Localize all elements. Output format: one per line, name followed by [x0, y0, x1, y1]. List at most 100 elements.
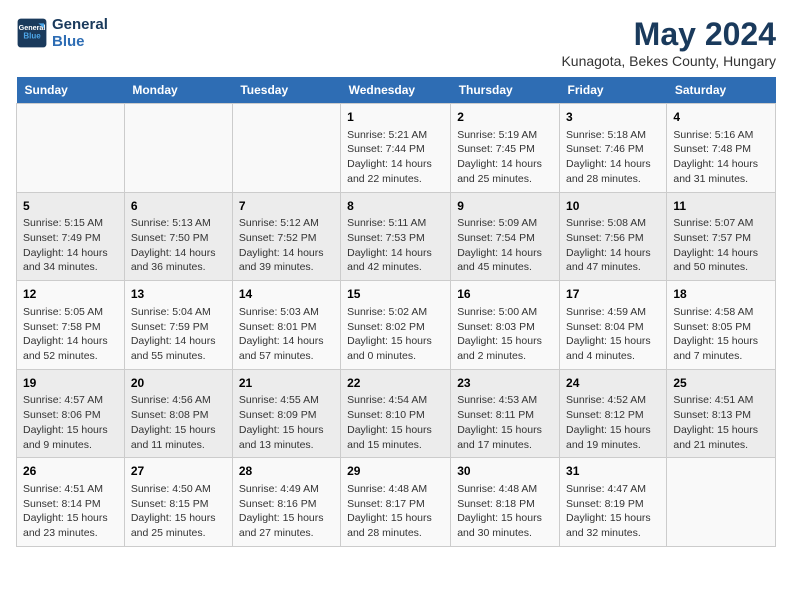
calendar-cell: 6Sunrise: 5:13 AM Sunset: 7:50 PM Daylig…: [124, 192, 232, 281]
day-info: Sunrise: 5:11 AM Sunset: 7:53 PM Dayligh…: [347, 216, 444, 275]
logo: General Blue General Blue: [16, 16, 108, 50]
calendar-cell: 11Sunrise: 5:07 AM Sunset: 7:57 PM Dayli…: [667, 192, 776, 281]
day-info: Sunrise: 4:54 AM Sunset: 8:10 PM Dayligh…: [347, 393, 444, 452]
day-number: 22: [347, 375, 444, 392]
calendar-cell: [667, 458, 776, 547]
calendar-cell: 9Sunrise: 5:09 AM Sunset: 7:54 PM Daylig…: [451, 192, 560, 281]
calendar-week-1: 1 Sunrise: 5:21 AM Sunset: 7:44 PM Daylig…: [17, 104, 776, 193]
calendar-cell: 28Sunrise: 4:49 AM Sunset: 8:16 PM Dayli…: [232, 458, 340, 547]
calendar-cell: 17 Sunrise: 4:59 AM Sunset: 8:04 PM Dayli…: [560, 281, 667, 370]
day-number: 14: [239, 286, 334, 303]
day-number: 2: [457, 109, 553, 126]
day-number: 7: [239, 198, 334, 215]
calendar-cell: 8Sunrise: 5:11 AM Sunset: 7:53 PM Daylig…: [341, 192, 451, 281]
day-info: Sunrise: 5:04 AM Sunset: 7:59 PM Dayligh…: [131, 305, 226, 364]
calendar-cell: 27 Sunrise: 4:50 AM Sunset: 8:15 PM Dayli…: [124, 458, 232, 547]
calendar-cell: 10Sunrise: 5:08 AM Sunset: 7:56 PM Dayli…: [560, 192, 667, 281]
col-header-tuesday: Tuesday: [232, 77, 340, 104]
day-number: 19: [23, 375, 118, 392]
calendar-cell: 25Sunrise: 4:51 AM Sunset: 8:13 PM Dayli…: [667, 369, 776, 458]
day-number: 12: [23, 286, 118, 303]
title-area: May 2024 Kunagota, Bekes County, Hungary: [561, 16, 776, 69]
day-number: 17: [566, 286, 660, 303]
day-info: Sunrise: 4:48 AM Sunset: 8:18 PM Dayligh…: [457, 482, 553, 541]
day-info: Sunrise: 4:56 AM Sunset: 8:08 PM Dayligh…: [131, 393, 226, 452]
day-number: 16: [457, 286, 553, 303]
day-info: Sunrise: 5:16 AM Sunset: 7:48 PM Dayligh…: [673, 128, 769, 187]
day-info: Sunrise: 4:53 AM Sunset: 8:11 PM Dayligh…: [457, 393, 553, 452]
day-info: Sunrise: 4:57 AM Sunset: 8:06 PM Dayligh…: [23, 393, 118, 452]
day-number: 1: [347, 109, 444, 126]
logo-line1: General: [52, 16, 108, 33]
location-subtitle: Kunagota, Bekes County, Hungary: [561, 53, 776, 69]
day-info: Sunrise: 4:52 AM Sunset: 8:12 PM Dayligh…: [566, 393, 660, 452]
day-number: 26: [23, 463, 118, 480]
calendar-cell: [17, 104, 125, 193]
month-year-title: May 2024: [561, 16, 776, 53]
calendar-week-5: 26 Sunrise: 4:51 AM Sunset: 8:14 PM Dayli…: [17, 458, 776, 547]
day-info: Sunrise: 5:12 AM Sunset: 7:52 PM Dayligh…: [239, 216, 334, 275]
day-info: Sunrise: 5:05 AM Sunset: 7:58 PM Dayligh…: [23, 305, 118, 364]
day-info: Sunrise: 5:02 AM Sunset: 8:02 PM Dayligh…: [347, 305, 444, 364]
day-number: 23: [457, 375, 553, 392]
day-number: 8: [347, 198, 444, 215]
calendar-cell: 1 Sunrise: 5:21 AM Sunset: 7:44 PM Daylig…: [341, 104, 451, 193]
day-number: 9: [457, 198, 553, 215]
calendar-cell: 18Sunrise: 4:58 AM Sunset: 8:05 PM Dayli…: [667, 281, 776, 370]
day-info: Sunrise: 5:03 AM Sunset: 8:01 PM Dayligh…: [239, 305, 334, 364]
day-info: Sunrise: 4:49 AM Sunset: 8:16 PM Dayligh…: [239, 482, 334, 541]
day-info: Sunrise: 5:13 AM Sunset: 7:50 PM Dayligh…: [131, 216, 226, 275]
day-number: 20: [131, 375, 226, 392]
svg-text:Blue: Blue: [23, 32, 41, 41]
calendar-table: SundayMondayTuesdayWednesdayThursdayFrid…: [16, 77, 776, 547]
day-number: 11: [673, 198, 769, 215]
calendar-cell: 22Sunrise: 4:54 AM Sunset: 8:10 PM Dayli…: [341, 369, 451, 458]
day-number: 24: [566, 375, 660, 392]
col-header-friday: Friday: [560, 77, 667, 104]
calendar-cell: 24Sunrise: 4:52 AM Sunset: 8:12 PM Dayli…: [560, 369, 667, 458]
calendar-cell: 20Sunrise: 4:56 AM Sunset: 8:08 PM Dayli…: [124, 369, 232, 458]
calendar-cell: 14 Sunrise: 5:03 AM Sunset: 8:01 PM Dayli…: [232, 281, 340, 370]
calendar-cell: 2 Sunrise: 5:19 AM Sunset: 7:45 PM Daylig…: [451, 104, 560, 193]
day-number: 27: [131, 463, 226, 480]
page-header: General Blue General Blue May 2024 Kunag…: [16, 16, 776, 69]
col-header-sunday: Sunday: [17, 77, 125, 104]
day-info: Sunrise: 4:58 AM Sunset: 8:05 PM Dayligh…: [673, 305, 769, 364]
day-number: 30: [457, 463, 553, 480]
day-info: Sunrise: 5:21 AM Sunset: 7:44 PM Dayligh…: [347, 128, 444, 187]
day-info: Sunrise: 5:18 AM Sunset: 7:46 PM Dayligh…: [566, 128, 660, 187]
day-info: Sunrise: 4:48 AM Sunset: 8:17 PM Dayligh…: [347, 482, 444, 541]
calendar-cell: 5Sunrise: 5:15 AM Sunset: 7:49 PM Daylig…: [17, 192, 125, 281]
col-header-wednesday: Wednesday: [341, 77, 451, 104]
calendar-week-4: 19Sunrise: 4:57 AM Sunset: 8:06 PM Dayli…: [17, 369, 776, 458]
day-info: Sunrise: 4:50 AM Sunset: 8:15 PM Dayligh…: [131, 482, 226, 541]
day-info: Sunrise: 5:09 AM Sunset: 7:54 PM Dayligh…: [457, 216, 553, 275]
day-info: Sunrise: 4:51 AM Sunset: 8:14 PM Dayligh…: [23, 482, 118, 541]
calendar-cell: 26 Sunrise: 4:51 AM Sunset: 8:14 PM Dayli…: [17, 458, 125, 547]
day-info: Sunrise: 4:55 AM Sunset: 8:09 PM Dayligh…: [239, 393, 334, 452]
calendar-cell: 15Sunrise: 5:02 AM Sunset: 8:02 PM Dayli…: [341, 281, 451, 370]
day-number: 6: [131, 198, 226, 215]
calendar-cell: 7Sunrise: 5:12 AM Sunset: 7:52 PM Daylig…: [232, 192, 340, 281]
logo-icon: General Blue: [16, 17, 48, 49]
calendar-cell: 19Sunrise: 4:57 AM Sunset: 8:06 PM Dayli…: [17, 369, 125, 458]
logo-line2: Blue: [52, 33, 108, 50]
day-number: 3: [566, 109, 660, 126]
day-number: 31: [566, 463, 660, 480]
calendar-cell: 23Sunrise: 4:53 AM Sunset: 8:11 PM Dayli…: [451, 369, 560, 458]
day-info: Sunrise: 4:59 AM Sunset: 8:04 PM Dayligh…: [566, 305, 660, 364]
col-header-thursday: Thursday: [451, 77, 560, 104]
calendar-cell: 29Sunrise: 4:48 AM Sunset: 8:17 PM Dayli…: [341, 458, 451, 547]
day-number: 4: [673, 109, 769, 126]
calendar-cell: 31Sunrise: 4:47 AM Sunset: 8:19 PM Dayli…: [560, 458, 667, 547]
calendar-week-2: 5Sunrise: 5:15 AM Sunset: 7:49 PM Daylig…: [17, 192, 776, 281]
calendar-cell: 16Sunrise: 5:00 AM Sunset: 8:03 PM Dayli…: [451, 281, 560, 370]
col-header-saturday: Saturday: [667, 77, 776, 104]
day-info: Sunrise: 5:19 AM Sunset: 7:45 PM Dayligh…: [457, 128, 553, 187]
calendar-cell: [232, 104, 340, 193]
day-number: 21: [239, 375, 334, 392]
day-number: 5: [23, 198, 118, 215]
calendar-cell: 21Sunrise: 4:55 AM Sunset: 8:09 PM Dayli…: [232, 369, 340, 458]
col-header-monday: Monday: [124, 77, 232, 104]
calendar-cell: 4 Sunrise: 5:16 AM Sunset: 7:48 PM Daylig…: [667, 104, 776, 193]
